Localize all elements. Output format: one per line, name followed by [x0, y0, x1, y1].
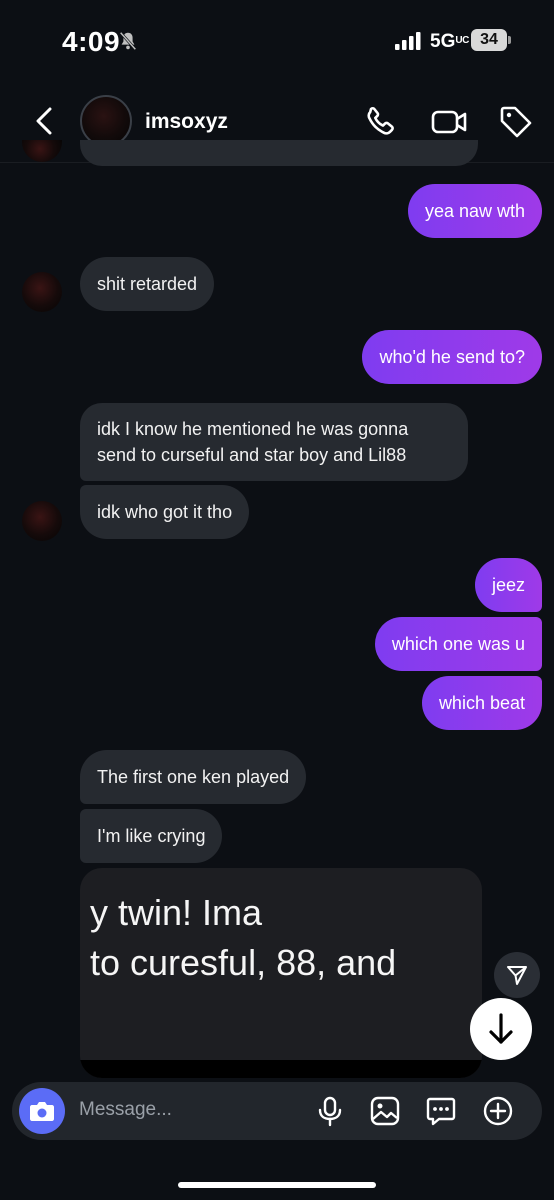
share-send-button[interactable] — [494, 952, 540, 998]
arrow-down-icon — [489, 1013, 513, 1044]
message-composer: Message... — [12, 1082, 542, 1140]
video-icon[interactable] — [431, 104, 467, 140]
battery-tip — [508, 36, 511, 44]
camera-icon — [30, 1102, 54, 1121]
message-bubble-outgoing[interactable]: who'd he send to? — [362, 330, 542, 384]
status-time: 4:09 — [62, 26, 121, 57]
shared-post-text-line: y twin! Ima — [90, 892, 263, 933]
shared-post-preview[interactable]: y twin! Ima to curesful, 88, and — [80, 868, 482, 1078]
mic-icon[interactable] — [314, 1095, 346, 1127]
message-bubble-outgoing[interactable]: jeez — [474, 558, 542, 612]
battery-level: 34 — [471, 29, 507, 51]
message-bubble-outgoing[interactable]: which one was u — [374, 617, 542, 671]
message-bubble-incoming[interactable]: idk I know he mentioned he was gonna sen… — [80, 403, 468, 481]
sender-avatar — [22, 272, 62, 312]
message-bubble-incoming[interactable]: The first one ken played — [80, 750, 307, 804]
message-bubble-outgoing[interactable]: yea naw wth — [407, 184, 542, 238]
phone-icon[interactable] — [362, 104, 398, 140]
tag-icon[interactable] — [498, 104, 534, 140]
network-sub-label: UC — [455, 35, 469, 46]
sticker-icon[interactable] — [425, 1095, 457, 1127]
shared-post-text-line: to curesful, 88, and — [90, 942, 397, 983]
home-indicator[interactable] — [178, 1182, 376, 1188]
send-icon — [507, 966, 527, 985]
image-icon[interactable] — [369, 1095, 401, 1127]
message-bubble-incoming[interactable]: idk who got it tho — [80, 485, 250, 539]
bell-off-icon — [119, 31, 137, 51]
message-bubble-incoming[interactable]: shit retarded — [80, 257, 215, 311]
sender-avatar — [22, 501, 62, 541]
contact-username[interactable]: imsoxyz — [145, 110, 228, 134]
plus-icon[interactable] — [482, 1095, 514, 1127]
camera-button[interactable] — [19, 1088, 65, 1134]
scroll-to-bottom-button[interactable] — [470, 998, 532, 1060]
message-bubble-incoming[interactable]: I'm like crying — [80, 809, 223, 863]
message-bubble-outgoing[interactable]: which beat — [421, 676, 542, 730]
signal-icon — [395, 32, 421, 50]
network-label: 5G — [430, 31, 456, 52]
shared-post-footer — [80, 1060, 482, 1078]
message-bubble-partial — [80, 140, 478, 166]
network-indicator: 5GUC — [430, 31, 469, 53]
status-bar: 4:09 5GUC 34 — [0, 0, 554, 80]
message-input[interactable]: Message... — [79, 1099, 172, 1121]
back-chevron-icon[interactable] — [30, 106, 60, 136]
